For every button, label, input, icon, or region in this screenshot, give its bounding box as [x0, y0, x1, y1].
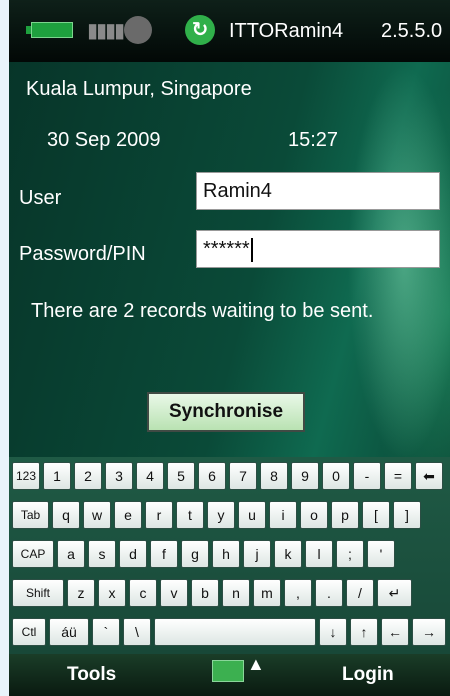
- sync-icon[interactable]: ↻: [185, 15, 215, 45]
- keyboard-key[interactable]: i: [269, 501, 297, 529]
- keyboard-key[interactable]: p: [331, 501, 359, 529]
- keyboard-key[interactable]: 1: [43, 462, 71, 490]
- password-value: ******: [203, 238, 250, 260]
- keyboard-key[interactable]: j: [243, 540, 271, 568]
- keyboard-key[interactable]: 6: [198, 462, 226, 490]
- synchronise-button[interactable]: Synchronise: [147, 392, 305, 432]
- input-panel-arrow-icon[interactable]: ▲: [247, 654, 265, 675]
- keyboard-key[interactable]: 123: [12, 462, 40, 490]
- keyboard-key[interactable]: s: [88, 540, 116, 568]
- keyboard-key[interactable]: y: [207, 501, 235, 529]
- soft-key-bar: Tools ▲ Login: [9, 654, 450, 696]
- keyboard-key[interactable]: `: [92, 618, 120, 646]
- signal-icon[interactable]: ▮▮▮▮: [87, 18, 125, 43]
- keyboard-key[interactable]: 9: [291, 462, 319, 490]
- keyboard-key[interactable]: ↑: [350, 618, 378, 646]
- keyboard-key[interactable]: c: [129, 579, 157, 607]
- keyboard-key[interactable]: 8: [260, 462, 288, 490]
- keyboard-key[interactable]: ⬅: [415, 462, 443, 490]
- keyboard-key[interactable]: ←: [381, 618, 409, 646]
- keyboard-key[interactable]: t: [176, 501, 204, 529]
- keyboard-key[interactable]: -: [353, 462, 381, 490]
- keyboard-key[interactable]: r: [145, 501, 173, 529]
- keyboard-key[interactable]: a: [57, 540, 85, 568]
- keyboard-key[interactable]: e: [114, 501, 142, 529]
- keyboard-key[interactable]: [: [362, 501, 390, 529]
- keyboard-key[interactable]: ↓: [319, 618, 347, 646]
- keyboard-key[interactable]: ↵: [377, 579, 412, 607]
- keyboard-key[interactable]: 5: [167, 462, 195, 490]
- keyboard-key[interactable]: u: [238, 501, 266, 529]
- battery-icon[interactable]: [26, 22, 73, 38]
- keyboard-row: 123 1 2 3 4 5 6 7 8 9 0- = ⬅: [9, 459, 450, 493]
- keyboard-key[interactable]: 2: [74, 462, 102, 490]
- location-text: Kuala Lumpur, Singapore: [26, 78, 252, 100]
- user-label: User: [19, 187, 62, 209]
- keyboard-row: Shift z x c v b n m,. / ↵: [9, 576, 450, 610]
- time-text: 15:27: [288, 129, 339, 151]
- password-label: Password/PIN: [19, 243, 146, 265]
- keyboard-key[interactable]: q: [52, 501, 80, 529]
- keyboard-key[interactable]: ,: [284, 579, 312, 607]
- device-screen: ▮▮▮▮ ↻ ITTORamin4 2.5.5.0 Kuala Lumpur, …: [9, 0, 450, 696]
- keyboard-key[interactable]: l: [305, 540, 333, 568]
- status-bar: ▮▮▮▮ ↻ ITTORamin4 2.5.5.0: [9, 0, 450, 62]
- app-title: ITTORamin4: [229, 20, 344, 42]
- keyboard-row: Ctl áü ` \ ↓ ↑ ← →: [9, 615, 450, 649]
- keyboard-key[interactable]: d: [119, 540, 147, 568]
- keyboard-key[interactable]: Tab: [12, 501, 49, 529]
- keyboard-key[interactable]: /: [346, 579, 374, 607]
- keyboard-key[interactable]: ;: [336, 540, 364, 568]
- keyboard-key[interactable]: →: [412, 618, 446, 646]
- keyboard-key[interactable]: o: [300, 501, 328, 529]
- records-status-text: There are 2 records waiting to be sent.: [31, 300, 374, 322]
- user-input[interactable]: Ramin4: [196, 172, 440, 210]
- keyboard-key[interactable]: b: [191, 579, 219, 607]
- keyboard-key[interactable]: m: [253, 579, 281, 607]
- keyboard-key[interactable]: Shift: [12, 579, 64, 607]
- keyboard-key[interactable]: áü: [49, 618, 89, 646]
- password-input[interactable]: ******: [196, 230, 440, 268]
- keyboard-row: Tab q w e r t y u i o p[]: [9, 498, 450, 532]
- keyboard-key[interactable]: CAP: [12, 540, 54, 568]
- keyboard-key[interactable]: =: [384, 462, 412, 490]
- soft-keyboard: 123 1 2 3 4 5 6 7 8 9 0- = ⬅ Tab q w e r t y u i o p[] CAP a s d f g h…: [9, 457, 450, 654]
- volume-icon[interactable]: [124, 16, 152, 44]
- keyboard-key[interactable]: Ctl: [12, 618, 46, 646]
- keyboard-icon[interactable]: [212, 660, 244, 682]
- keyboard-key[interactable]: h: [212, 540, 240, 568]
- login-panel: Kuala Lumpur, Singapore 30 Sep 2009 15:2…: [9, 62, 450, 457]
- keyboard-key[interactable]: f: [150, 540, 178, 568]
- keyboard-key[interactable]: w: [83, 501, 111, 529]
- text-caret: [250, 237, 253, 262]
- keyboard-key[interactable]: ': [367, 540, 395, 568]
- keyboard-key[interactable]: k: [274, 540, 302, 568]
- date-text: 30 Sep 2009: [47, 129, 161, 151]
- tools-softkey[interactable]: Tools: [67, 664, 116, 686]
- keyboard-key[interactable]: v: [160, 579, 188, 607]
- keyboard-key[interactable]: 3: [105, 462, 133, 490]
- keyboard-key[interactable]: .: [315, 579, 343, 607]
- keyboard-key[interactable]: ]: [393, 501, 421, 529]
- keyboard-key[interactable]: \: [123, 618, 151, 646]
- keyboard-key[interactable]: g: [181, 540, 209, 568]
- keyboard-key[interactable]: 4: [136, 462, 164, 490]
- keyboard-key[interactable]: z: [67, 579, 95, 607]
- space-key[interactable]: [154, 618, 316, 646]
- keyboard-key[interactable]: 0: [322, 462, 350, 490]
- app-version: 2.5.5.0: [381, 20, 443, 42]
- keyboard-row: CAP a s d f g h j k l; ': [9, 537, 450, 571]
- keyboard-key[interactable]: n: [222, 579, 250, 607]
- keyboard-key[interactable]: 7: [229, 462, 257, 490]
- keyboard-key[interactable]: x: [98, 579, 126, 607]
- login-softkey[interactable]: Login: [342, 664, 394, 686]
